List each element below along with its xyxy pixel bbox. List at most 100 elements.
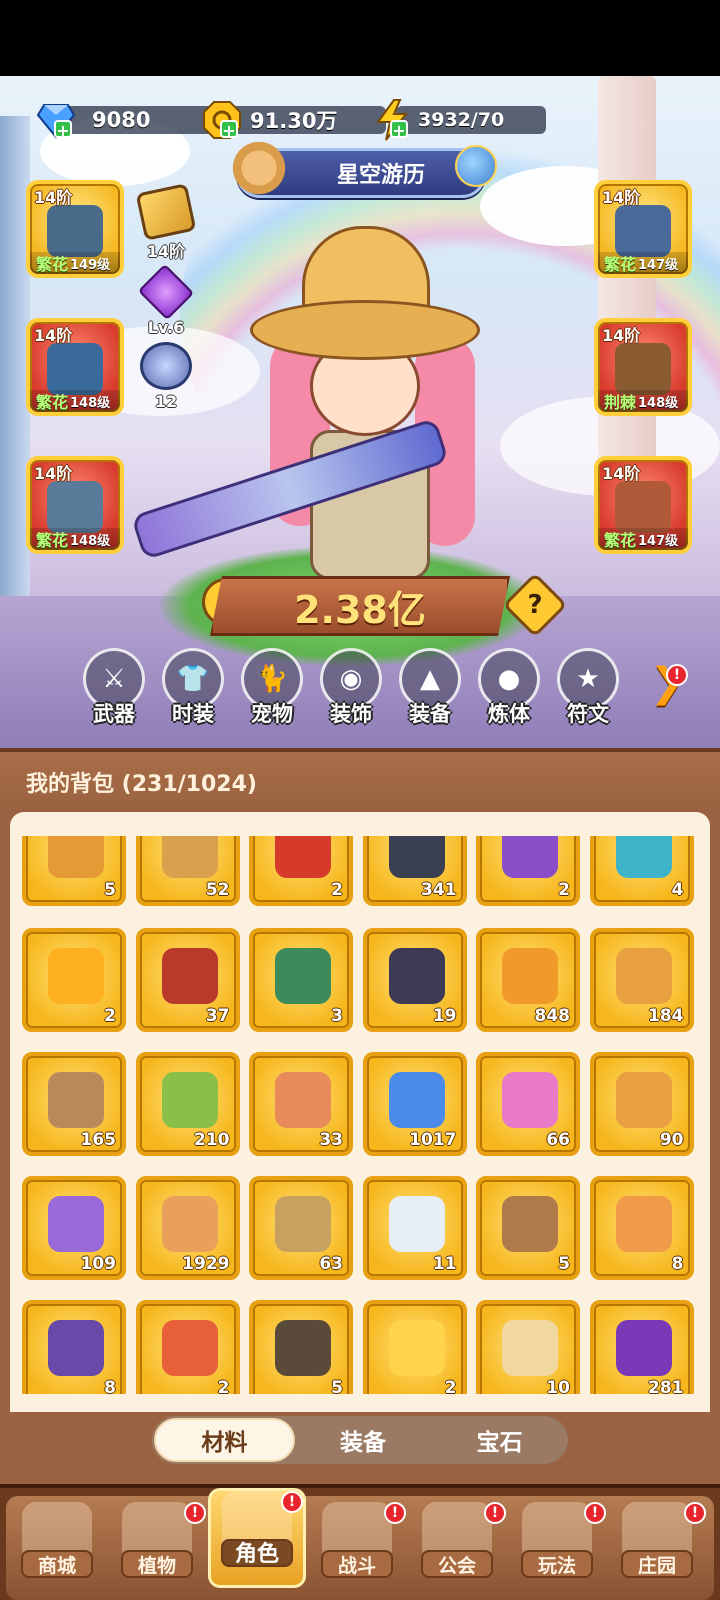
backpack-item[interactable]: 37	[135, 928, 240, 1032]
backpack-item[interactable]: 1017	[362, 1052, 467, 1156]
backpack-item[interactable]: 8	[589, 1176, 694, 1280]
backpack-item[interactable]: 184	[589, 928, 694, 1032]
backpack-item[interactable]: 2	[362, 1300, 467, 1394]
equipment-slot[interactable]: 14阶 繁花 148级	[26, 318, 124, 416]
tab-gems[interactable]: 宝石	[431, 1418, 568, 1462]
backpack-item[interactable]: 281	[589, 1300, 694, 1394]
event-banner-title: 星空游历	[336, 163, 425, 188]
category-label: 装饰	[330, 702, 372, 726]
nav-2[interactable]: 角色!	[208, 1488, 306, 1588]
nav-0[interactable]: 商城	[8, 1502, 106, 1600]
equipment-slot[interactable]: 14阶 繁花 147级	[594, 180, 692, 278]
add-energy-icon[interactable]: +	[390, 120, 408, 139]
equipment-tier: 14阶	[602, 326, 641, 345]
nav-5[interactable]: 玩法!	[508, 1502, 606, 1600]
equipment-slot[interactable]: 14阶 繁花 149级	[26, 180, 124, 278]
energy-counter[interactable]: + 3932/70	[370, 99, 546, 141]
backpack-item[interactable]: 109	[22, 1176, 126, 1280]
event-banner[interactable]: 星空游历	[231, 141, 497, 201]
diamond-counter[interactable]: + 9080	[34, 102, 220, 139]
backpack-item[interactable]: 3	[249, 928, 353, 1032]
item-icon	[48, 1320, 104, 1376]
add-diamond-icon[interactable]: +	[54, 120, 72, 139]
gold-value: 91.30万	[250, 109, 338, 133]
item-icon	[388, 836, 445, 878]
ticket-icon	[135, 183, 197, 241]
equipment-level: 149级	[70, 257, 111, 273]
add-gold-icon[interactable]: +	[220, 120, 238, 139]
item-icon	[502, 1320, 558, 1376]
category-6[interactable]: ★ 符文	[554, 648, 622, 728]
gold-counter[interactable]: + 91.30万	[200, 101, 386, 139]
item-count: 341	[421, 880, 457, 900]
equipment-item-icon	[47, 205, 103, 257]
item-icon	[161, 1072, 218, 1128]
backpack-item[interactable]: 11	[362, 1176, 467, 1280]
backpack-item[interactable]: 90	[589, 1052, 694, 1156]
backpack-item[interactable]: 52	[135, 836, 240, 906]
equipment-quality: 繁花	[36, 255, 69, 274]
backpack-grid[interactable]: 5 52 2 341 2 4 2 37 3 19 848 184 165 210 33 1017 66 90 109…	[22, 836, 702, 1394]
category-5[interactable]: ● 炼体	[475, 648, 543, 728]
backpack-item[interactable]: 2	[22, 928, 126, 1032]
nav-label: 公会	[421, 1550, 493, 1578]
character-avatar[interactable]	[130, 216, 500, 636]
backpack-item[interactable]: 2	[249, 836, 353, 906]
backpack-item[interactable]: 341	[362, 836, 467, 906]
item-count: 52	[205, 880, 230, 900]
tab-materials[interactable]: 材料	[154, 1418, 295, 1462]
diamond-value: 9080	[92, 108, 151, 132]
category-4[interactable]: ▲ 装备	[396, 648, 464, 728]
notification-badge: !	[484, 1502, 506, 1524]
nav-3[interactable]: 战斗!	[308, 1502, 406, 1600]
backpack-item[interactable]: 165	[22, 1052, 126, 1156]
category-1[interactable]: 👕 时装	[159, 648, 227, 728]
gold-coin-icon: +	[200, 98, 244, 142]
item-count: 11	[432, 1254, 457, 1274]
nav-6[interactable]: 庄园!	[608, 1502, 706, 1600]
nav-4[interactable]: 公会!	[408, 1502, 506, 1600]
category-label: 装备	[409, 702, 451, 726]
backpack-item[interactable]: 10	[476, 1300, 580, 1394]
category-label: 宠物	[251, 702, 293, 726]
combat-power-value: 2.38亿	[294, 587, 426, 632]
backpack-item[interactable]: 5	[249, 1300, 353, 1394]
category-3[interactable]: ◉ 装饰	[317, 648, 385, 728]
item-icon	[615, 1320, 672, 1376]
backpack-item[interactable]: 33	[249, 1052, 353, 1156]
item-count: 2	[331, 880, 343, 900]
category-0[interactable]: ⚔ 武器	[80, 648, 148, 728]
item-icon	[275, 1320, 331, 1376]
equipment-slot[interactable]: 14阶 繁花 148级	[26, 456, 124, 554]
backpack-item[interactable]: 4	[589, 836, 694, 906]
equipment-level: 148级	[638, 395, 679, 411]
backpack-title: 我的背包 (231/1024)	[26, 772, 257, 797]
backpack-item[interactable]: 66	[476, 1052, 580, 1156]
backpack-item[interactable]: 8	[22, 1300, 126, 1394]
item-icon	[502, 948, 558, 1004]
backpack-item[interactable]: 63	[249, 1176, 353, 1280]
backpack-item[interactable]: 5	[476, 1176, 580, 1280]
character-scene: + 9080 + 91.30万 + 3932/70 星空游历 14阶 繁花 149级…	[0, 76, 720, 748]
side-item-gem[interactable]: Lv.6	[137, 263, 195, 337]
backpack-item[interactable]: 848	[476, 928, 580, 1032]
side-item-ticket[interactable]: 14阶	[135, 183, 197, 262]
item-icon	[275, 1196, 331, 1252]
backpack-item[interactable]: 19	[362, 928, 467, 1032]
backpack-item[interactable]: 5	[22, 836, 126, 906]
equipment-slot[interactable]: 14阶 繁花 147级	[594, 456, 692, 554]
backpack-item[interactable]: 1929	[135, 1176, 240, 1280]
nav-label: 商城	[21, 1550, 93, 1578]
side-item-orb[interactable]: 12	[140, 342, 192, 411]
backpack-item[interactable]: 2	[476, 836, 580, 906]
backpack-item[interactable]: 2	[135, 1300, 240, 1394]
nav-1[interactable]: 植物!	[108, 1502, 206, 1600]
item-count: 8	[671, 1254, 684, 1274]
right-pillar	[598, 76, 656, 516]
tab-equipment[interactable]: 装备	[295, 1418, 432, 1462]
item-icon	[615, 1072, 672, 1128]
item-icon	[161, 836, 218, 878]
backpack-item[interactable]: 210	[135, 1052, 240, 1156]
category-2[interactable]: 🐈 宠物	[238, 648, 306, 728]
equipment-slot[interactable]: 14阶 荆棘 148级	[594, 318, 692, 416]
